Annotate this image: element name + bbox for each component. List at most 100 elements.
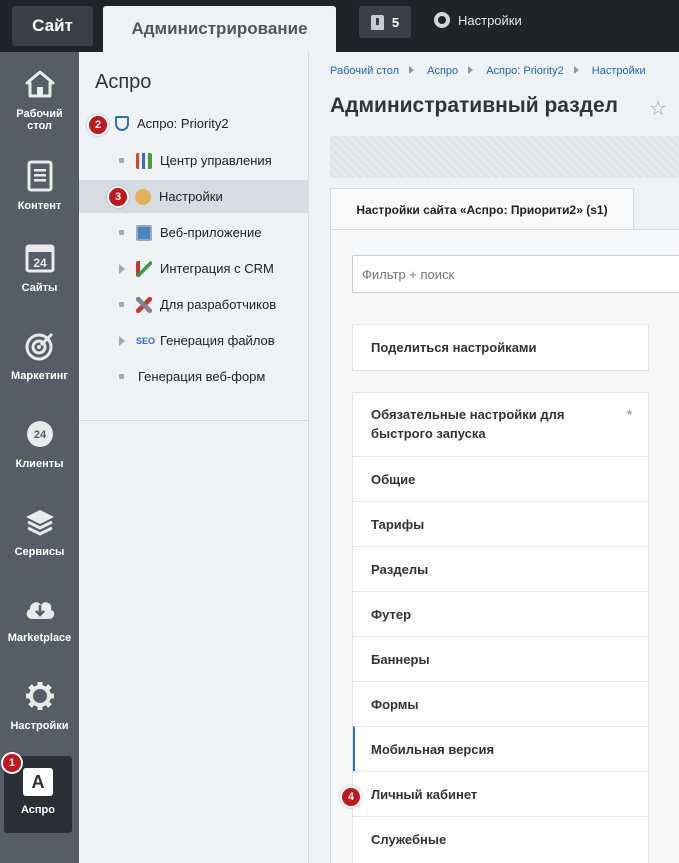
equalizer-icon (136, 152, 152, 169)
filter-search-input[interactable] (352, 255, 679, 293)
toolbar (330, 136, 679, 178)
bullet-icon (119, 302, 124, 307)
settings-link[interactable]: Настройки (434, 12, 522, 28)
sub-item-webform-generation[interactable]: Генерация веб-форм (79, 360, 309, 393)
expand-arrow-icon[interactable] (119, 335, 125, 346)
nav-marketing-label: Маркетинг (11, 370, 68, 382)
section-label: Футер (371, 606, 412, 622)
section-forms[interactable]: Формы (353, 681, 648, 726)
nav-desktop-label: Рабочий стол (16, 108, 63, 132)
settings-panel: Поделиться настройками Обязательные наст… (330, 229, 679, 863)
step-badge-1: 1 (1, 752, 23, 774)
sub-item-web-app[interactable]: Веб-приложение (79, 216, 309, 249)
sub-item-label: Настройки (159, 189, 223, 204)
nav-settings-label: Настройки (10, 720, 69, 732)
tab-administration[interactable]: Администрирование (103, 6, 336, 52)
section-label: Обязательные настройки для быстрого запу… (371, 407, 565, 441)
share-settings-button[interactable]: Поделиться настройками (352, 324, 649, 371)
section-sections[interactable]: Разделы (353, 546, 648, 591)
sub-item-crm-integration[interactable]: Интеграция с CRM (79, 252, 309, 285)
breadcrumb: Рабочий стол Аспро Аспро: Priority2 Наст… (330, 65, 656, 77)
section-required[interactable]: Обязательные настройки для быстрого запу… (353, 393, 648, 456)
sub-item-label: Аспро: Priority2 (137, 116, 229, 131)
breadcrumb-separator-icon (409, 66, 415, 74)
site-tabs: Настройки сайта «Аспро: Приорити2» (s1) (330, 188, 679, 230)
breadcrumb-item[interactable]: Настройки (592, 65, 646, 77)
section-label: Баннеры (371, 651, 430, 667)
chart-icon (136, 260, 152, 277)
nav-sites-label: Сайты (21, 282, 58, 294)
breadcrumb-item[interactable]: Аспро (427, 65, 458, 77)
nav-desktop[interactable]: Рабочий стол (0, 68, 79, 132)
layers-icon (24, 506, 56, 538)
sub-item-control-center[interactable]: Центр управления (79, 144, 309, 177)
aspro-letter: A (31, 772, 45, 792)
nav-sites[interactable]: 24 Сайты (0, 242, 79, 294)
share-settings-label: Поделиться настройками (371, 340, 537, 355)
tab-site-settings[interactable]: Настройки сайта «Аспро: Приорити2» (s1) (330, 188, 634, 230)
section-footer[interactable]: Футер (353, 591, 648, 636)
section-label: Мобильная версия (371, 741, 495, 757)
nav-marketplace[interactable]: Marketplace (0, 592, 79, 644)
settings-link-label: Настройки (458, 12, 522, 28)
priority-logo-icon (115, 116, 129, 131)
nav-clients[interactable]: 24 Клиенты (0, 418, 79, 470)
section-title: Аспро (95, 71, 152, 93)
expand-arrow-icon[interactable] (119, 263, 125, 274)
sub-item-label: Интеграция с CRM (160, 261, 274, 276)
tab-site[interactable]: Сайт (12, 6, 93, 46)
breadcrumb-separator-icon (573, 66, 579, 74)
nav-clients-label: Клиенты (15, 458, 64, 470)
sub-item-label: Веб-приложение (160, 225, 262, 240)
step-badge-2: 2 (87, 114, 109, 136)
main-area: Рабочий стол Аспро Аспро: Priority2 Наст… (309, 52, 679, 863)
section-label: Личный кабинет (371, 786, 478, 802)
sub-item-label: Генерация веб-форм (138, 369, 266, 384)
svg-text:24: 24 (33, 256, 47, 270)
nav-marketplace-label: Marketplace (7, 632, 72, 644)
svg-text:24: 24 (33, 429, 46, 441)
notifications-button[interactable]: 5 (359, 6, 411, 38)
sub-item-label: Для разработчиков (160, 297, 277, 312)
gear-icon (24, 680, 56, 712)
section-label: Разделы (371, 561, 429, 577)
step-badge-3: 3 (107, 186, 129, 208)
breadcrumb-separator-icon (468, 66, 474, 74)
section-label: Формы (371, 696, 419, 712)
section-label: Общие (371, 471, 416, 487)
bullet-icon (119, 158, 124, 163)
palette-icon (135, 188, 151, 205)
section-label: Тарифы (371, 516, 425, 532)
section-personal-account[interactable]: Личный кабинет (353, 771, 648, 816)
nav-services[interactable]: Сервисы (0, 506, 79, 558)
document-icon (24, 160, 56, 192)
tools-icon (136, 296, 152, 313)
sub-item-aspro-priority2[interactable]: Аспро: Priority2 (79, 107, 309, 140)
calendar-24-icon: 24 (24, 242, 56, 274)
section-sidebar: Аспро Аспро: Priority2 2 Центр управлени… (79, 52, 309, 863)
section-general[interactable]: Общие (353, 456, 648, 501)
top-bar: Сайт Администрирование 5 Настройки (0, 0, 679, 52)
divider (79, 420, 309, 421)
section-service[interactable]: Служебные (353, 816, 648, 861)
sub-item-developers[interactable]: Для разработчиков (79, 288, 309, 321)
bullet-icon (119, 230, 124, 235)
section-tariffs[interactable]: Тарифы (353, 501, 648, 546)
nav-content[interactable]: Контент (0, 160, 79, 212)
target-icon (24, 330, 56, 362)
favorite-star-icon[interactable]: ☆ (649, 96, 667, 121)
nav-marketing[interactable]: Маркетинг (0, 330, 79, 382)
section-mobile[interactable]: Мобильная версия (353, 726, 648, 771)
home-icon (24, 68, 56, 100)
nav-services-label: Сервисы (14, 546, 65, 558)
web-app-icon (136, 224, 152, 241)
notifications-count: 5 (391, 14, 400, 30)
step-badge-4: 4 (340, 786, 362, 808)
breadcrumb-item[interactable]: Рабочий стол (330, 65, 399, 77)
section-banners[interactable]: Баннеры (353, 636, 648, 681)
nav-content-label: Контент (17, 200, 62, 212)
nav-settings[interactable]: Настройки (0, 680, 79, 732)
main-sidebar: Рабочий стол Контент 24 Сайты Маркетинг … (0, 52, 79, 863)
breadcrumb-item[interactable]: Аспро: Priority2 (486, 65, 563, 77)
sub-item-file-generation[interactable]: SEO Генерация файлов (79, 324, 309, 357)
